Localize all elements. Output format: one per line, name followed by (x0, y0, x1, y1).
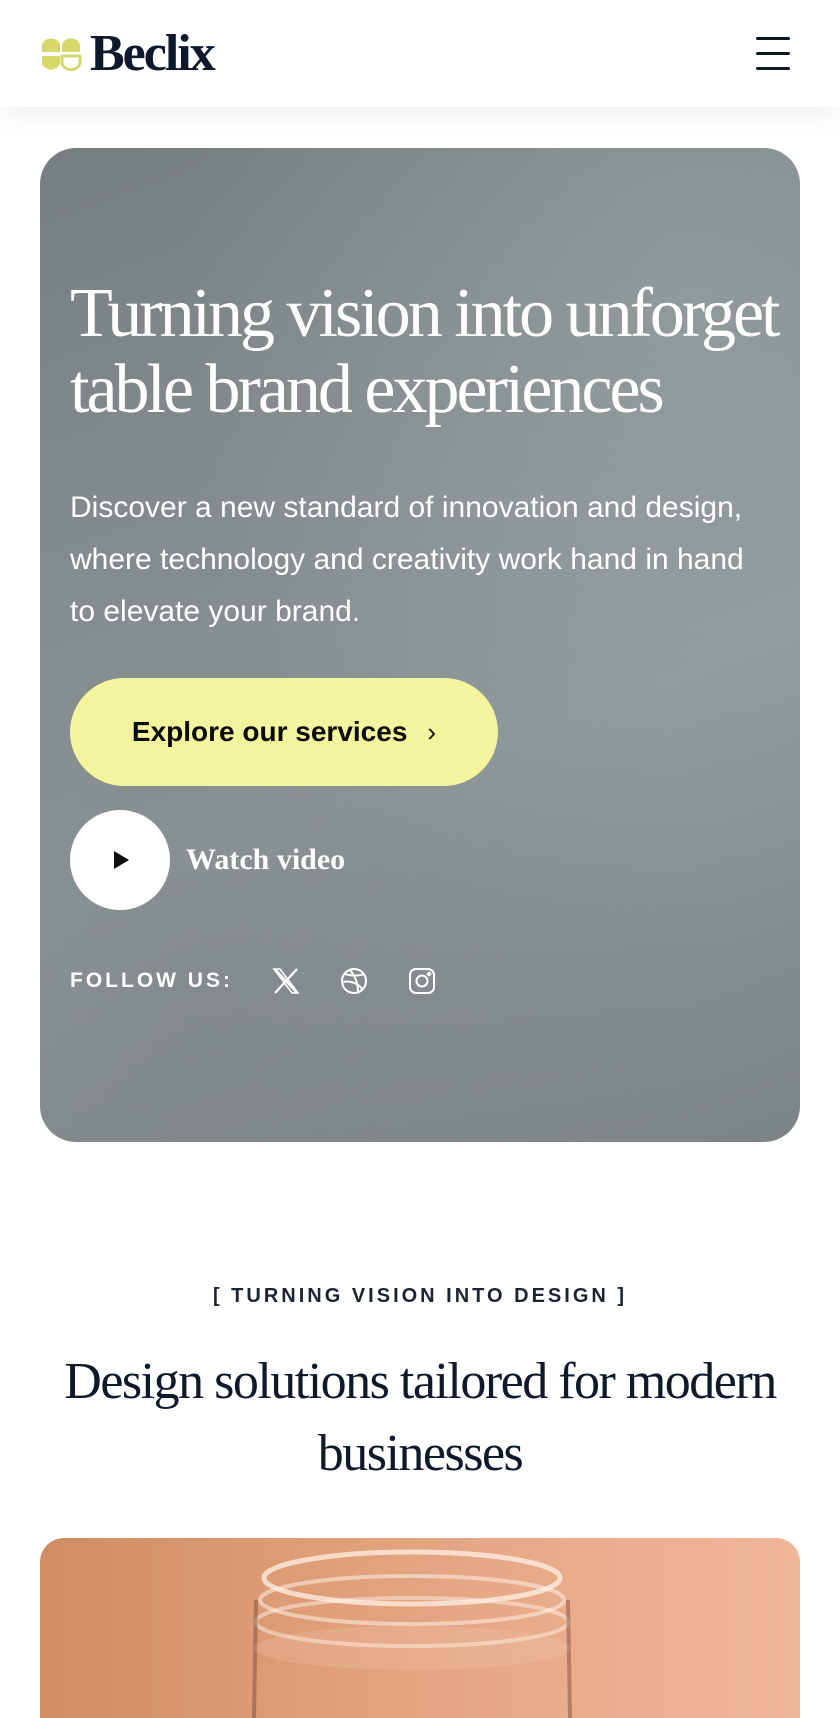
instagram-icon[interactable] (407, 966, 437, 996)
section-eyebrow: [ TURNING VISION INTO DESIGN ] (212, 1285, 628, 1307)
play-icon[interactable] (70, 810, 170, 910)
explore-services-button[interactable]: Explore our services › (70, 678, 498, 786)
x-twitter-icon[interactable] (271, 966, 301, 996)
dribbble-icon[interactable] (339, 966, 369, 996)
site-header: Beclix (0, 0, 840, 107)
watch-video-button[interactable]: Watch video (70, 810, 345, 910)
chevron-right-icon: › (427, 716, 437, 747)
hero-description: Discover a new standard of innovation an… (70, 491, 744, 628)
brand-name: Beclix (90, 25, 216, 82)
hamburger-menu-icon[interactable] (752, 34, 792, 74)
explore-services-label: Explore our services (131, 716, 408, 747)
feature-image-glass-jar (40, 1538, 800, 1718)
logo-mark-icon (42, 38, 82, 72)
follow-us-label: FOLLOW US: (70, 969, 233, 992)
section-title: Design solutions tailored for modern bus… (64, 1353, 777, 1482)
hero-title: Turning vision into unforgettable brand … (70, 275, 780, 428)
watch-video-label: Watch video (186, 843, 346, 876)
brand-logo[interactable]: Beclix (40, 25, 216, 82)
glass-jar-icon (252, 1549, 572, 1718)
follow-us-row: FOLLOW US: (70, 966, 437, 996)
hero-card: Turning vision into unforgettable brand … (40, 148, 800, 1142)
